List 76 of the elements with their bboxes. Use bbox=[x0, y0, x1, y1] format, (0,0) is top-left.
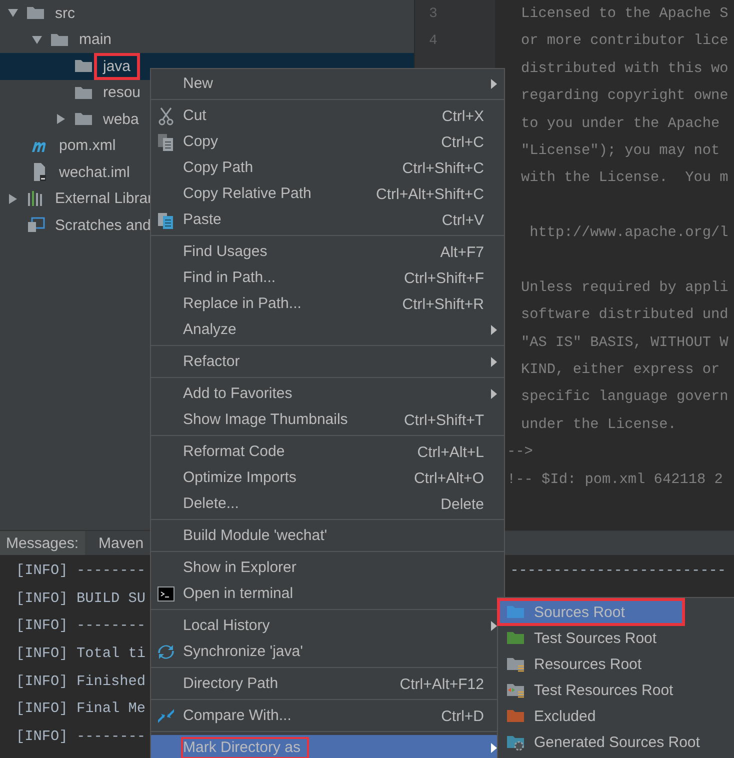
tree-item-label: pom.xml bbox=[58, 136, 117, 156]
code-line: Unless required by appli bbox=[521, 278, 730, 298]
code-line: !-- $Id: pom.xml 642118 2 bbox=[507, 470, 724, 490]
shortcut-label: Ctrl+D bbox=[441, 708, 484, 724]
code-line: or more contributor lice bbox=[521, 32, 730, 52]
menu-item-label: Paste bbox=[182, 210, 222, 230]
submenu-item-label: Excluded bbox=[534, 708, 596, 724]
submenu-item-label: Test Resources Root bbox=[534, 682, 674, 698]
menu-item-label: Add to Favorites bbox=[182, 384, 294, 404]
shortcut-label: Ctrl+C bbox=[441, 134, 484, 150]
code-line: KIND, either express or bbox=[521, 361, 721, 380]
submenu-item-label: Generated Sources Root bbox=[534, 734, 700, 750]
menu-item-label: Analyze bbox=[182, 320, 238, 340]
menu-item-label: Find Usages bbox=[182, 242, 268, 262]
console-line: [INFO] -------- bbox=[16, 562, 146, 581]
console-line: [INFO] -------- bbox=[16, 617, 146, 636]
shortcut-label: Ctrl+Alt+O bbox=[414, 470, 484, 486]
tree-item-label: src bbox=[54, 4, 76, 24]
shortcut-label: Ctrl+Alt+Shift+C bbox=[376, 186, 484, 202]
shortcut-label: Ctrl+Shift+R bbox=[402, 296, 484, 312]
code-line: Licensed to the Apache S bbox=[521, 5, 730, 24]
shortcut-label: Ctrl+V bbox=[442, 212, 484, 228]
code-line: --> bbox=[507, 443, 534, 462]
submenu-item-label: Resources Root bbox=[534, 656, 642, 672]
code-line: specific language govern bbox=[521, 388, 730, 408]
code-line: under the License. bbox=[521, 416, 678, 435]
menu-item-label: Compare With... bbox=[182, 706, 292, 726]
menu-item-label: Copy Path bbox=[182, 158, 254, 178]
menu-item-label: Copy Relative Path bbox=[182, 184, 312, 204]
shortcut-label: Alt+F7 bbox=[440, 244, 484, 260]
menu-item-label: Mark Directory as bbox=[181, 737, 309, 758]
console-line: [INFO] Total ti bbox=[16, 645, 146, 664]
code-line: to you under the Apache bbox=[521, 114, 721, 134]
code-line: "AS IS" BASIS, WITHOUT W bbox=[521, 334, 730, 353]
shortcut-label: Ctrl+Shift+F bbox=[404, 270, 484, 286]
menu-item-label: Directory Path bbox=[182, 674, 280, 694]
console-line: [INFO] -------- bbox=[16, 728, 146, 748]
tree-item-label: Scratches and bbox=[54, 216, 152, 236]
menu-item-label: Local History bbox=[182, 616, 271, 636]
menu-item-label: Optimize Imports bbox=[182, 468, 298, 488]
menu-item-label: Show Image Thumbnails bbox=[182, 410, 349, 430]
code-line: with the License. You m bbox=[521, 169, 730, 188]
menu-item-label: Replace in Path... bbox=[182, 294, 302, 314]
code-line: software distributed und bbox=[521, 306, 730, 326]
console-line: ------------------------- bbox=[510, 562, 726, 581]
shortcut-label: Ctrl+X bbox=[442, 108, 484, 124]
tree-item-label: resou bbox=[102, 83, 142, 104]
shortcut-label: Ctrl+Alt+L bbox=[417, 444, 484, 460]
shortcut-label: Ctrl+Shift+C bbox=[402, 160, 484, 176]
tree-item-label: External Librar bbox=[54, 189, 154, 210]
console-line: [INFO] BUILD SU bbox=[16, 590, 146, 609]
menu-item-label: Refactor bbox=[182, 352, 241, 372]
code-line: http://www.apache.org/l bbox=[528, 224, 730, 244]
tree-item-label: weba bbox=[102, 110, 140, 130]
menu-item-label: Delete... bbox=[182, 494, 240, 514]
tree-item-label: java bbox=[94, 52, 140, 80]
menu-item-label: Show in Explorer bbox=[182, 558, 298, 578]
code-line: regarding copyright owne bbox=[521, 87, 730, 106]
menu-item-label: Build Module 'wechat' bbox=[182, 526, 328, 546]
menu-item-label: Copy bbox=[182, 132, 220, 152]
tree-item-label: wechat.iml bbox=[58, 162, 131, 183]
menu-item-label: Open in terminal bbox=[182, 584, 294, 604]
code-line: distributed with this wo bbox=[521, 60, 730, 79]
console-line: [INFO] Final Me bbox=[16, 700, 146, 720]
code-line: "License"); you may not bbox=[521, 142, 721, 161]
shortcut-label: Delete bbox=[440, 496, 484, 512]
shortcut-label: Ctrl+Shift+T bbox=[404, 412, 484, 428]
console-line: [INFO] Finished bbox=[16, 672, 146, 692]
tree-item-label: main bbox=[78, 30, 113, 50]
shortcut-label: Ctrl+Alt+F12 bbox=[400, 676, 484, 692]
menu-item-label: Synchronize 'java' bbox=[182, 642, 304, 662]
menu-item-label: Find in Path... bbox=[182, 268, 277, 288]
menu-item-label: Reformat Code bbox=[182, 442, 286, 462]
submenu-item-label: Test Sources Root bbox=[534, 630, 657, 646]
menu-item-label: Cut bbox=[182, 106, 208, 126]
submenu-item-label: Sources Root bbox=[534, 604, 625, 620]
